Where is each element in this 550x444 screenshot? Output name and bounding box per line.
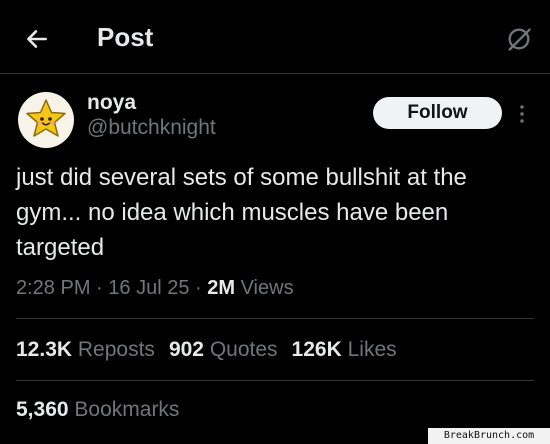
bookmarks-stat[interactable]: 5,360 Bookmarks bbox=[16, 398, 179, 422]
views-count: 2M bbox=[207, 277, 236, 299]
watermark: BreakBrunch.com bbox=[428, 428, 550, 444]
divider bbox=[16, 318, 534, 319]
post-time[interactable]: 2:28 PM bbox=[16, 277, 90, 299]
likes-stat[interactable]: 126K Likes bbox=[292, 338, 397, 362]
reposts-stat[interactable]: 12.3K Reposts bbox=[16, 338, 155, 362]
author-handle[interactable]: @butchknight bbox=[87, 116, 216, 140]
likes-count: 126K bbox=[291, 338, 342, 361]
more-vertical-icon[interactable] bbox=[514, 102, 530, 126]
likes-label: Likes bbox=[347, 338, 397, 361]
meta-separator: · bbox=[90, 277, 109, 299]
reposts-count: 12.3K bbox=[16, 338, 73, 361]
post-header: Post bbox=[0, 0, 550, 74]
quotes-label: Quotes bbox=[209, 338, 278, 361]
quotes-stat[interactable]: 902 Quotes bbox=[169, 338, 278, 362]
bookmarks-label: Bookmarks bbox=[74, 398, 180, 421]
grok-icon[interactable] bbox=[505, 25, 533, 53]
post-meta: 2:28 PM · 16 Jul 25 · 2M Views bbox=[16, 277, 294, 300]
divider bbox=[16, 380, 534, 381]
views-label: Views bbox=[240, 277, 294, 299]
avatar[interactable] bbox=[18, 92, 74, 148]
post-text: just did several sets of some bullshit a… bbox=[16, 164, 467, 261]
bookmarks-count: 5,360 bbox=[16, 398, 69, 421]
follow-button[interactable]: Follow bbox=[373, 97, 502, 129]
post-date[interactable]: 16 Jul 25 bbox=[108, 277, 189, 299]
engagement-stats: 12.3K Reposts 902 Quotes 126K Likes bbox=[16, 338, 411, 362]
reposts-label: Reposts bbox=[77, 338, 155, 361]
star-character-avatar bbox=[26, 99, 66, 137]
author-display-name[interactable]: noya bbox=[87, 91, 136, 115]
page-title: Post bbox=[97, 22, 154, 52]
quotes-count: 902 bbox=[168, 338, 204, 361]
meta-separator: · bbox=[189, 277, 208, 299]
arrow-left-icon[interactable] bbox=[24, 26, 50, 52]
